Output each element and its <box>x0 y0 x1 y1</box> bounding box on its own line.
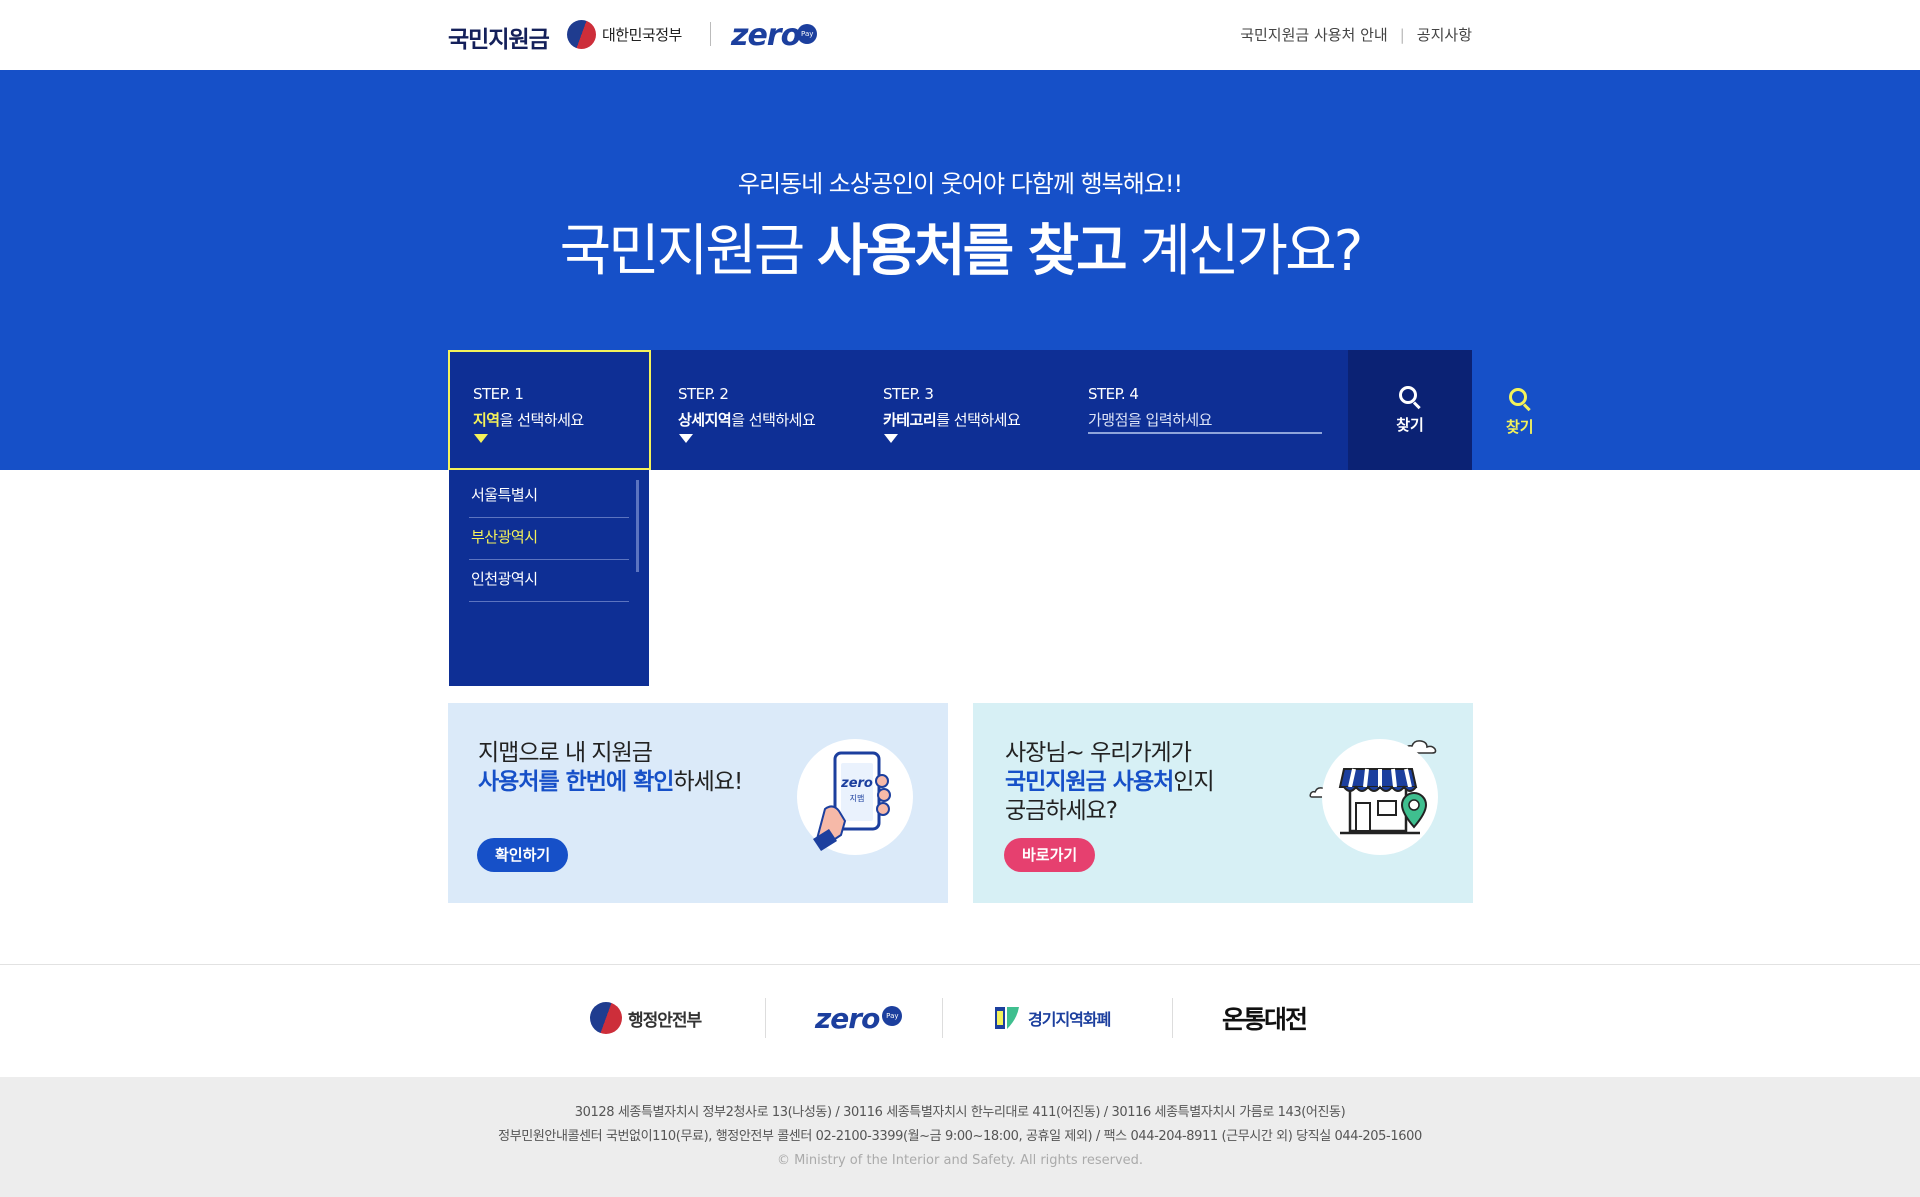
step-prompt: 상세지역을 선택하세요 <box>678 409 816 430</box>
store-search-input[interactable]: 가맹점을 입력하세요 <box>1088 409 1212 430</box>
site-header: 국민지원금 대한민국정부 zero Pay 국민지원금 사용처 안내 | 공지사… <box>0 0 1920 70</box>
banner-line2: 사용처를 한번에 확인하세요! <box>478 768 743 797</box>
store-illustration <box>1322 739 1438 855</box>
search-button[interactable]: 찾기 <box>1348 350 1472 470</box>
step-label: STEP. 4 <box>1088 385 1139 403</box>
input-underline <box>1088 432 1322 434</box>
footer-divider <box>0 964 1920 965</box>
hero-title-part1: 국민지원금 <box>559 219 818 284</box>
nav-notice[interactable]: 공지사항 <box>1417 24 1472 45</box>
footer-contact: 정부민원안내콜센터 국번없이110(무료), 행정안전부 콜센터 02-2100… <box>498 1129 1422 1144</box>
zeropay-badge: Pay <box>797 23 818 44</box>
gyeonggi-currency-icon <box>995 1007 1019 1029</box>
partner-logos: 행정안전부 zero Pay 경기지역화폐 온통대전 <box>0 998 1920 1038</box>
jimap-banner: 지맵으로 내 지원금 사용처를 한번에 확인하세요! 확인하기 zero 지맵 <box>448 703 948 903</box>
nav-separator: | <box>1399 25 1405 44</box>
search-bar: STEP. 1 지역을 선택하세요 STEP. 2 상세지역을 선택하세요 ST… <box>448 350 1472 470</box>
step-highlight: 상세지역 <box>678 411 732 429</box>
header-divider <box>710 22 711 46</box>
banner-highlight: 국민지원금 사용처 <box>1005 769 1174 795</box>
caret-down-icon <box>884 434 898 443</box>
partner-separator <box>942 998 943 1038</box>
partner-separator <box>765 998 766 1038</box>
caret-down-icon <box>679 434 693 443</box>
step-category-select[interactable]: STEP. 3 카테고리를 선택하세요 <box>858 350 1058 470</box>
banner-line1: 사장님~ 우리가게가 <box>1005 740 1192 766</box>
partner-gyeonggi[interactable]: 경기지역화폐 <box>992 998 1111 1038</box>
partner-zeropay[interactable]: zero Pay <box>815 998 903 1038</box>
search-button-label: 찾기 <box>1396 415 1424 434</box>
zeropay-badge: Pay <box>882 1006 903 1026</box>
banner-text: 사장님~ 우리가게가 국민지원금 사용처인지 궁금하세요? <box>1005 739 1215 826</box>
store-check-banner: 사장님~ 우리가게가 국민지원금 사용처인지 궁금하세요? 바로가기 <box>973 703 1473 903</box>
banner-line1: 지맵으로 내 지원금 <box>478 740 653 766</box>
footer-copyright: © Ministry of the Interior and Safety. A… <box>776 1153 1144 1168</box>
site-logo[interactable]: 국민지원금 <box>448 20 550 54</box>
step-label: STEP. 3 <box>883 385 934 403</box>
partner-mois-label: 행정안전부 <box>628 1010 702 1031</box>
hero-subtitle: 우리동네 소상공인이 웃어야 다함께 행복해요!! <box>737 170 1183 198</box>
footer-address: 30128 세종특별자치시 정부2청사로 13(나성동) / 30116 세종특… <box>574 1105 1346 1120</box>
banner-line2-rest: 인지 <box>1173 769 1214 795</box>
confirm-button[interactable]: 확인하기 <box>477 838 569 872</box>
phone-jimap-text: 지맵 <box>850 793 865 803</box>
step-region-select[interactable]: STEP. 1 지역을 선택하세요 <box>448 350 651 470</box>
gov-label: 대한민국정부 <box>602 26 682 44</box>
step-rest: 을 선택하세요 <box>731 411 816 429</box>
step-label: STEP. 1 <box>473 385 524 403</box>
gov-logo: 대한민국정부 <box>567 20 682 49</box>
store-icon <box>1338 768 1428 835</box>
partner-ontong[interactable]: 온통대전 <box>1222 998 1308 1038</box>
step-label: STEP. 2 <box>678 385 729 403</box>
phone-zero-text: zero <box>840 776 873 791</box>
search-icon <box>1508 388 1531 412</box>
footer-info: 30128 세종특별자치시 정부2청사로 13(나성동) / 30116 세종특… <box>0 1077 1920 1197</box>
region-option-active[interactable]: 부산광역시 <box>469 518 629 560</box>
partner-separator <box>1172 998 1173 1038</box>
top-nav: 국민지원금 사용처 안내 | 공지사항 <box>1240 24 1472 45</box>
step-rest: 를 선택하세요 <box>936 411 1021 429</box>
partner-zero-label: zero <box>815 1001 880 1035</box>
caret-down-icon <box>474 434 488 443</box>
region-option[interactable]: 인천광역시 <box>469 560 629 602</box>
dropdown-scrollbar[interactable] <box>636 480 639 572</box>
taegeuk-icon <box>590 1002 622 1034</box>
step-subregion-select[interactable]: STEP. 2 상세지역을 선택하세요 <box>653 350 853 470</box>
phone-illustration: zero 지맵 <box>797 739 913 855</box>
banner-highlight: 사용처를 한번에 확인 <box>478 769 674 795</box>
step-rest: 을 선택하세요 <box>499 411 585 429</box>
partner-mois[interactable]: 행정안전부 <box>590 998 702 1038</box>
region-dropdown-list: 서울특별시 부산광역시 인천광역시 <box>449 470 649 686</box>
search-icon <box>1399 385 1421 409</box>
hero-title-part2: 계신가요? <box>1124 219 1364 284</box>
step-prompt: 지역을 선택하세요 <box>473 409 584 430</box>
step-highlight: 카테고리 <box>883 411 937 429</box>
partner-gyeonggi-label: 경기지역화폐 <box>1028 1010 1111 1029</box>
zeropay-logo: zero Pay <box>731 18 818 53</box>
phone-hand-icon: zero 지맵 <box>813 751 891 851</box>
go-button[interactable]: 바로가기 <box>1004 838 1096 872</box>
nav-usage-guide[interactable]: 국민지원금 사용처 안내 <box>1240 24 1388 45</box>
hero-title-bold: 사용처를 찾고 <box>817 219 1128 284</box>
banner-line2: 국민지원금 사용처인지 <box>1005 768 1215 797</box>
step-highlight: 지역 <box>473 411 500 429</box>
banner-line3: 궁금하세요? <box>1005 798 1118 824</box>
search-button-alt-label: 찾기 <box>1506 418 1534 436</box>
search-button-alt[interactable]: 찾기 <box>1506 388 1534 437</box>
banner-line2-rest: 하세요! <box>673 769 743 795</box>
step-prompt: 카테고리를 선택하세요 <box>883 409 1021 430</box>
region-option[interactable]: 서울특별시 <box>469 476 629 518</box>
zeropay-brand: zero <box>731 18 801 53</box>
hero-title: 국민지원금 사용처를 찾고 계신가요? <box>0 206 1920 287</box>
banner-text: 지맵으로 내 지원금 사용처를 한번에 확인하세요! <box>478 739 743 797</box>
step-store-input[interactable]: STEP. 4 가맹점을 입력하세요 <box>1063 350 1323 470</box>
taegeuk-icon <box>567 20 596 49</box>
partner-ontong-label: 온통대전 <box>1222 1005 1308 1034</box>
